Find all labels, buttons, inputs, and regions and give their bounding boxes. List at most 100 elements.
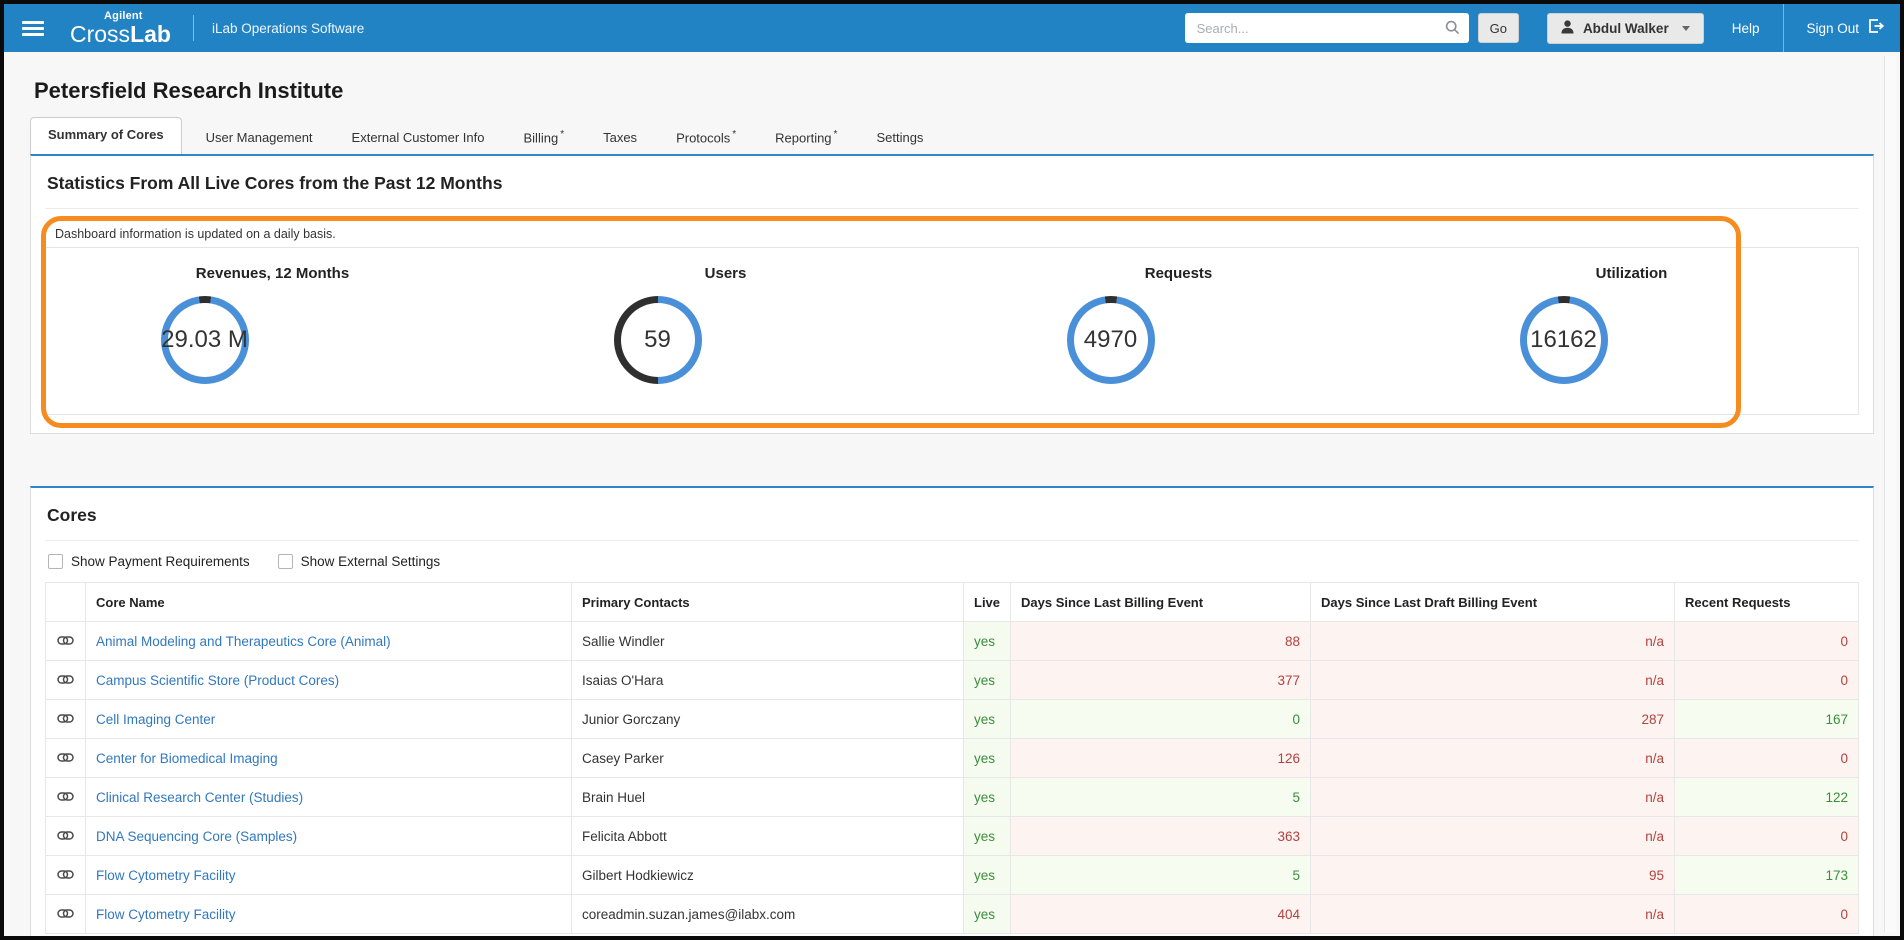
days-since-last-billing-cell: 404 xyxy=(1010,894,1312,934)
col-header-core-name: Core Name xyxy=(85,582,572,622)
filter-show-payment-requirements[interactable]: Show Payment Requirements xyxy=(48,554,250,569)
core-link[interactable]: Flow Cytometry Facility xyxy=(96,907,236,922)
table-row: Flow Cytometry Facility Gilbert Hodkiewic… xyxy=(45,855,1859,895)
recent-requests-cell: 0 xyxy=(1674,894,1859,934)
core-link[interactable]: Cell Imaging Center xyxy=(96,712,215,727)
days-since-last-draft-billing-cell: n/a xyxy=(1310,777,1676,817)
stat-ring: 4970 xyxy=(1066,296,1155,384)
core-name-cell: Flow Cytometry Facility xyxy=(85,855,572,895)
app-title: iLab Operations Software xyxy=(211,20,365,36)
stat-users: Users 59 xyxy=(499,265,952,384)
stat-ring: 29.03 M xyxy=(160,296,249,384)
live-cell: yes xyxy=(962,816,1012,856)
link-icon[interactable] xyxy=(45,894,86,934)
header-divider xyxy=(192,15,194,41)
live-cell: yes xyxy=(962,855,1012,895)
stat-ring: 16162 xyxy=(1519,296,1608,384)
cores-panel: Cores Show Payment Requirements Show Exte… xyxy=(30,486,1874,936)
link-icon[interactable] xyxy=(45,621,86,661)
core-link[interactable]: Clinical Research Center (Studies) xyxy=(96,790,303,805)
logo-crosslab-text: CrossLab xyxy=(70,20,171,47)
tab-billing[interactable]: Billing * xyxy=(509,121,580,154)
recent-requests-cell: 0 xyxy=(1674,660,1859,700)
stat-requests: Requests 4970 xyxy=(952,265,1405,384)
checkbox[interactable] xyxy=(277,554,293,569)
core-link[interactable]: DNA Sequencing Core (Samples) xyxy=(96,829,297,844)
core-name-cell: Clinical Research Center (Studies) xyxy=(85,777,572,817)
menu-icon[interactable] xyxy=(22,20,44,36)
days-since-last-draft-billing-cell: 287 xyxy=(1310,699,1676,739)
chevron-down-icon xyxy=(1681,25,1690,31)
days-since-last-draft-billing-cell: n/a xyxy=(1310,660,1676,700)
checkbox[interactable] xyxy=(48,554,63,569)
tab-taxes[interactable]: Taxes xyxy=(588,122,652,154)
core-name-cell: DNA Sequencing Core (Samples) xyxy=(85,816,572,856)
stat-ring: 59 xyxy=(613,296,702,384)
user-menu-button[interactable]: Abdul Walker xyxy=(1546,12,1704,44)
help-link[interactable]: Help xyxy=(1732,21,1760,36)
agilent-crosslab-logo[interactable]: Agilent CrossLab xyxy=(70,10,171,47)
primary-contact-cell: Isaias O'Hara xyxy=(571,660,964,700)
live-cell: yes xyxy=(962,738,1012,778)
link-icon[interactable] xyxy=(45,699,86,739)
table-row: Clinical Research Center (Studies) Brain … xyxy=(45,777,1859,817)
link-icon[interactable] xyxy=(45,777,86,817)
tab-reporting[interactable]: Reporting * xyxy=(760,121,852,154)
tab-user-management[interactable]: User Management xyxy=(191,122,328,154)
core-link[interactable]: Animal Modeling and Therapeutics Core (A… xyxy=(96,634,391,649)
primary-contact-cell: Sallie Windler xyxy=(571,621,964,661)
table-row: Center for Biomedical Imaging Casey Parke… xyxy=(45,738,1859,778)
recent-requests-cell: 167 xyxy=(1674,699,1859,739)
days-since-last-billing-cell: 363 xyxy=(1010,816,1312,856)
primary-contact-cell: Gilbert Hodkiewicz xyxy=(571,855,964,895)
core-name-cell: Campus Scientific Store (Product Cores) xyxy=(85,660,572,700)
cores-table: Core Name Primary Contacts Live Days Since … xyxy=(45,582,1859,934)
days-since-last-draft-billing-cell: 95 xyxy=(1310,855,1676,895)
table-row: Campus Scientific Store (Product Cores) I… xyxy=(45,660,1859,700)
primary-contact-cell: Junior Gorczany xyxy=(571,699,964,739)
core-link[interactable]: Center for Biomedical Imaging xyxy=(96,751,278,766)
col-header-recent-requests: Recent Requests xyxy=(1674,582,1859,622)
days-since-last-draft-billing-cell: n/a xyxy=(1310,816,1676,856)
tab-summary-of-cores[interactable]: Summary of Cores xyxy=(30,117,182,154)
search-icon[interactable] xyxy=(1445,20,1460,40)
go-button[interactable]: Go xyxy=(1477,13,1519,43)
statistics-panel: Statistics From All Live Cores from the … xyxy=(30,154,1874,434)
live-cell: yes xyxy=(962,660,1012,700)
statistics-panel-title: Statistics From All Live Cores from the … xyxy=(45,170,1859,209)
link-icon[interactable] xyxy=(45,738,86,778)
recent-requests-cell: 0 xyxy=(1674,816,1859,856)
primary-contact-cell: Felicita Abbott xyxy=(571,816,964,856)
days-since-last-billing-cell: 5 xyxy=(1010,777,1312,817)
page-title: Petersfield Research Institute xyxy=(34,78,344,103)
checkbox-label: Show Payment Requirements xyxy=(71,554,250,569)
scrollbar[interactable] xyxy=(1884,56,1896,932)
sign-out-link[interactable]: Sign Out xyxy=(1783,4,1900,52)
primary-contact-cell: Casey Parker xyxy=(571,738,964,778)
core-link[interactable]: Campus Scientific Store (Product Cores) xyxy=(96,673,339,688)
link-icon[interactable] xyxy=(45,660,86,700)
link-icon[interactable] xyxy=(45,855,86,895)
tab-protocols[interactable]: Protocols * xyxy=(661,121,751,154)
core-link[interactable]: Flow Cytometry Facility xyxy=(96,868,236,883)
stats-box: Revenues, 12 Months 29.03 M Users 59 Request… xyxy=(45,247,1859,415)
tab-settings[interactable]: Settings xyxy=(861,122,938,154)
recent-requests-cell: 0 xyxy=(1674,738,1859,778)
core-name-cell: Flow Cytometry Facility xyxy=(85,894,572,934)
days-since-last-billing-cell: 126 xyxy=(1010,738,1312,778)
link-icon[interactable] xyxy=(45,816,86,856)
days-since-last-draft-billing-cell: n/a xyxy=(1310,621,1676,661)
search-input[interactable] xyxy=(1184,13,1469,43)
stat-label: Revenues, 12 Months xyxy=(195,265,350,282)
core-name-cell: Cell Imaging Center xyxy=(85,699,572,739)
stat-label: Requests xyxy=(1144,265,1213,282)
table-row: DNA Sequencing Core (Samples) Felicita Ab… xyxy=(45,816,1859,856)
tab-external-customer-info[interactable]: External Customer Info xyxy=(337,122,500,154)
stat-value: 59 xyxy=(620,303,695,377)
primary-contact-cell: coreadmin.suzan.james@ilabx.com xyxy=(571,894,964,934)
live-cell: yes xyxy=(962,894,1012,934)
filter-show-external-settings[interactable]: Show External Settings xyxy=(277,554,440,569)
stat-value: 4970 xyxy=(1073,303,1148,377)
table-header-row: Core Name Primary Contacts Live Days Since … xyxy=(45,582,1859,622)
stat-utilization: Utilization 16162 xyxy=(1405,265,1858,384)
